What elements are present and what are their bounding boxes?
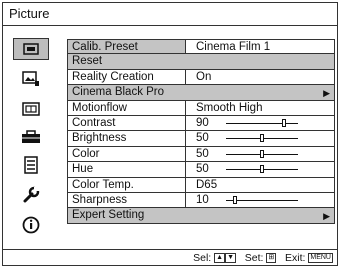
menu-row-label: Contrast <box>68 115 186 131</box>
screen-icon[interactable] <box>13 98 49 120</box>
slider-knob[interactable] <box>232 195 237 204</box>
picture-settings-list: Calib. Preset Cinema Film 1 Reset Reality C… <box>67 39 335 224</box>
menu-row-label: Motionflow <box>68 100 186 115</box>
menu-row-reset[interactable]: Reset <box>67 54 335 70</box>
slider-track[interactable] <box>226 122 298 124</box>
menu-row-label: Calib. Preset <box>68 40 186 54</box>
select-hint-label: Sel: <box>193 252 212 264</box>
menu-row-value: 50 <box>196 147 209 160</box>
menu-row-contrast[interactable]: Contrast 90 <box>67 115 335 132</box>
slider-knob[interactable] <box>260 149 264 158</box>
menu-row-value-cell: Smooth High <box>186 101 334 115</box>
menu-row-label: Expert Setting <box>72 209 145 222</box>
menu-row-value: Smooth High <box>196 101 263 114</box>
enter-key-icon: ⊞ <box>266 253 277 264</box>
menu-row-calib-preset[interactable]: Calib. Preset Cinema Film 1 <box>67 39 335 55</box>
slider-track[interactable] <box>226 199 298 201</box>
menu-row-label: Cinema Black Pro <box>72 86 165 99</box>
menu-row-label: Reality Creation <box>68 69 186 85</box>
menu-row-value-cell: 50 <box>186 162 334 176</box>
menu-row-hue[interactable]: Hue 50 <box>67 162 335 178</box>
set-hint-label: Set: <box>244 252 264 264</box>
menu-row-value-cell: 90 <box>186 116 334 130</box>
menu-row-value-cell: On <box>186 70 334 84</box>
menu-row-value: 10 <box>196 193 209 206</box>
menu-row-value-cell: 50 <box>186 147 334 161</box>
menu-row-brightness[interactable]: Brightness 50 <box>67 131 335 147</box>
picture-menu-window: Picture Calib. Preset Cinema Film 1 Reset R… <box>2 2 338 266</box>
menu-row-cinema-black-pro[interactable]: Cinema Black Pro ▶ <box>67 85 335 101</box>
menu-row-value-cell: Cinema Film 1 <box>186 40 334 53</box>
menu-row-value: On <box>196 70 212 83</box>
up-arrow-icon: ▲ <box>214 253 226 264</box>
slider-knob[interactable] <box>281 118 286 127</box>
menu-row-value: 50 <box>196 132 209 145</box>
menu-title: Picture <box>3 3 337 26</box>
menu-row-value-cell: 10 <box>186 193 334 207</box>
menu-row-value: Cinema Film 1 <box>196 41 271 53</box>
information-icon[interactable] <box>13 214 49 236</box>
installation-icon[interactable] <box>13 184 49 206</box>
picture-icon[interactable] <box>13 38 49 60</box>
down-arrow-icon: ▼ <box>225 253 237 264</box>
menu-row-value-cell: 50 <box>186 131 334 145</box>
menu-row-label: Color Temp. <box>68 177 186 192</box>
function-icon[interactable] <box>13 154 49 176</box>
exit-hint-label: Exit: <box>285 252 306 264</box>
setup-icon[interactable] <box>13 126 49 148</box>
slider-knob[interactable] <box>260 165 264 174</box>
footer-help: Sel: ▲ ▼ Set: ⊞ Exit: MENU <box>3 249 337 265</box>
submenu-arrow-icon: ▶ <box>323 211 330 222</box>
menu-row-reality-creation[interactable]: Reality Creation On <box>67 69 335 86</box>
menu-row-color-temp[interactable]: Color Temp. D65 <box>67 177 335 193</box>
menu-row-color[interactable]: Color 50 <box>67 146 335 163</box>
slider-knob[interactable] <box>260 134 264 143</box>
menu-row-motionflow[interactable]: Motionflow Smooth High <box>67 100 335 116</box>
menu-category-sidebar <box>3 26 61 246</box>
menu-row-label: Reset <box>72 55 103 68</box>
menu-row-label: Sharpness <box>68 192 186 208</box>
menu-row-sharpness[interactable]: Sharpness 10 <box>67 192 335 209</box>
menu-row-value: 50 <box>196 163 209 176</box>
menu-row-label: Hue <box>68 162 186 177</box>
menu-row-value: 90 <box>196 116 209 129</box>
menu-row-value-cell: D65 <box>186 178 334 192</box>
menu-row-value: D65 <box>196 178 218 191</box>
menu-key-icon: MENU <box>308 253 333 264</box>
picture-settings-icon[interactable] <box>13 68 49 90</box>
submenu-arrow-icon: ▶ <box>323 88 330 99</box>
menu-row-label: Color <box>68 146 186 162</box>
menu-row-expert-setting[interactable]: Expert Setting ▶ <box>67 208 335 224</box>
menu-row-label: Brightness <box>68 131 186 146</box>
